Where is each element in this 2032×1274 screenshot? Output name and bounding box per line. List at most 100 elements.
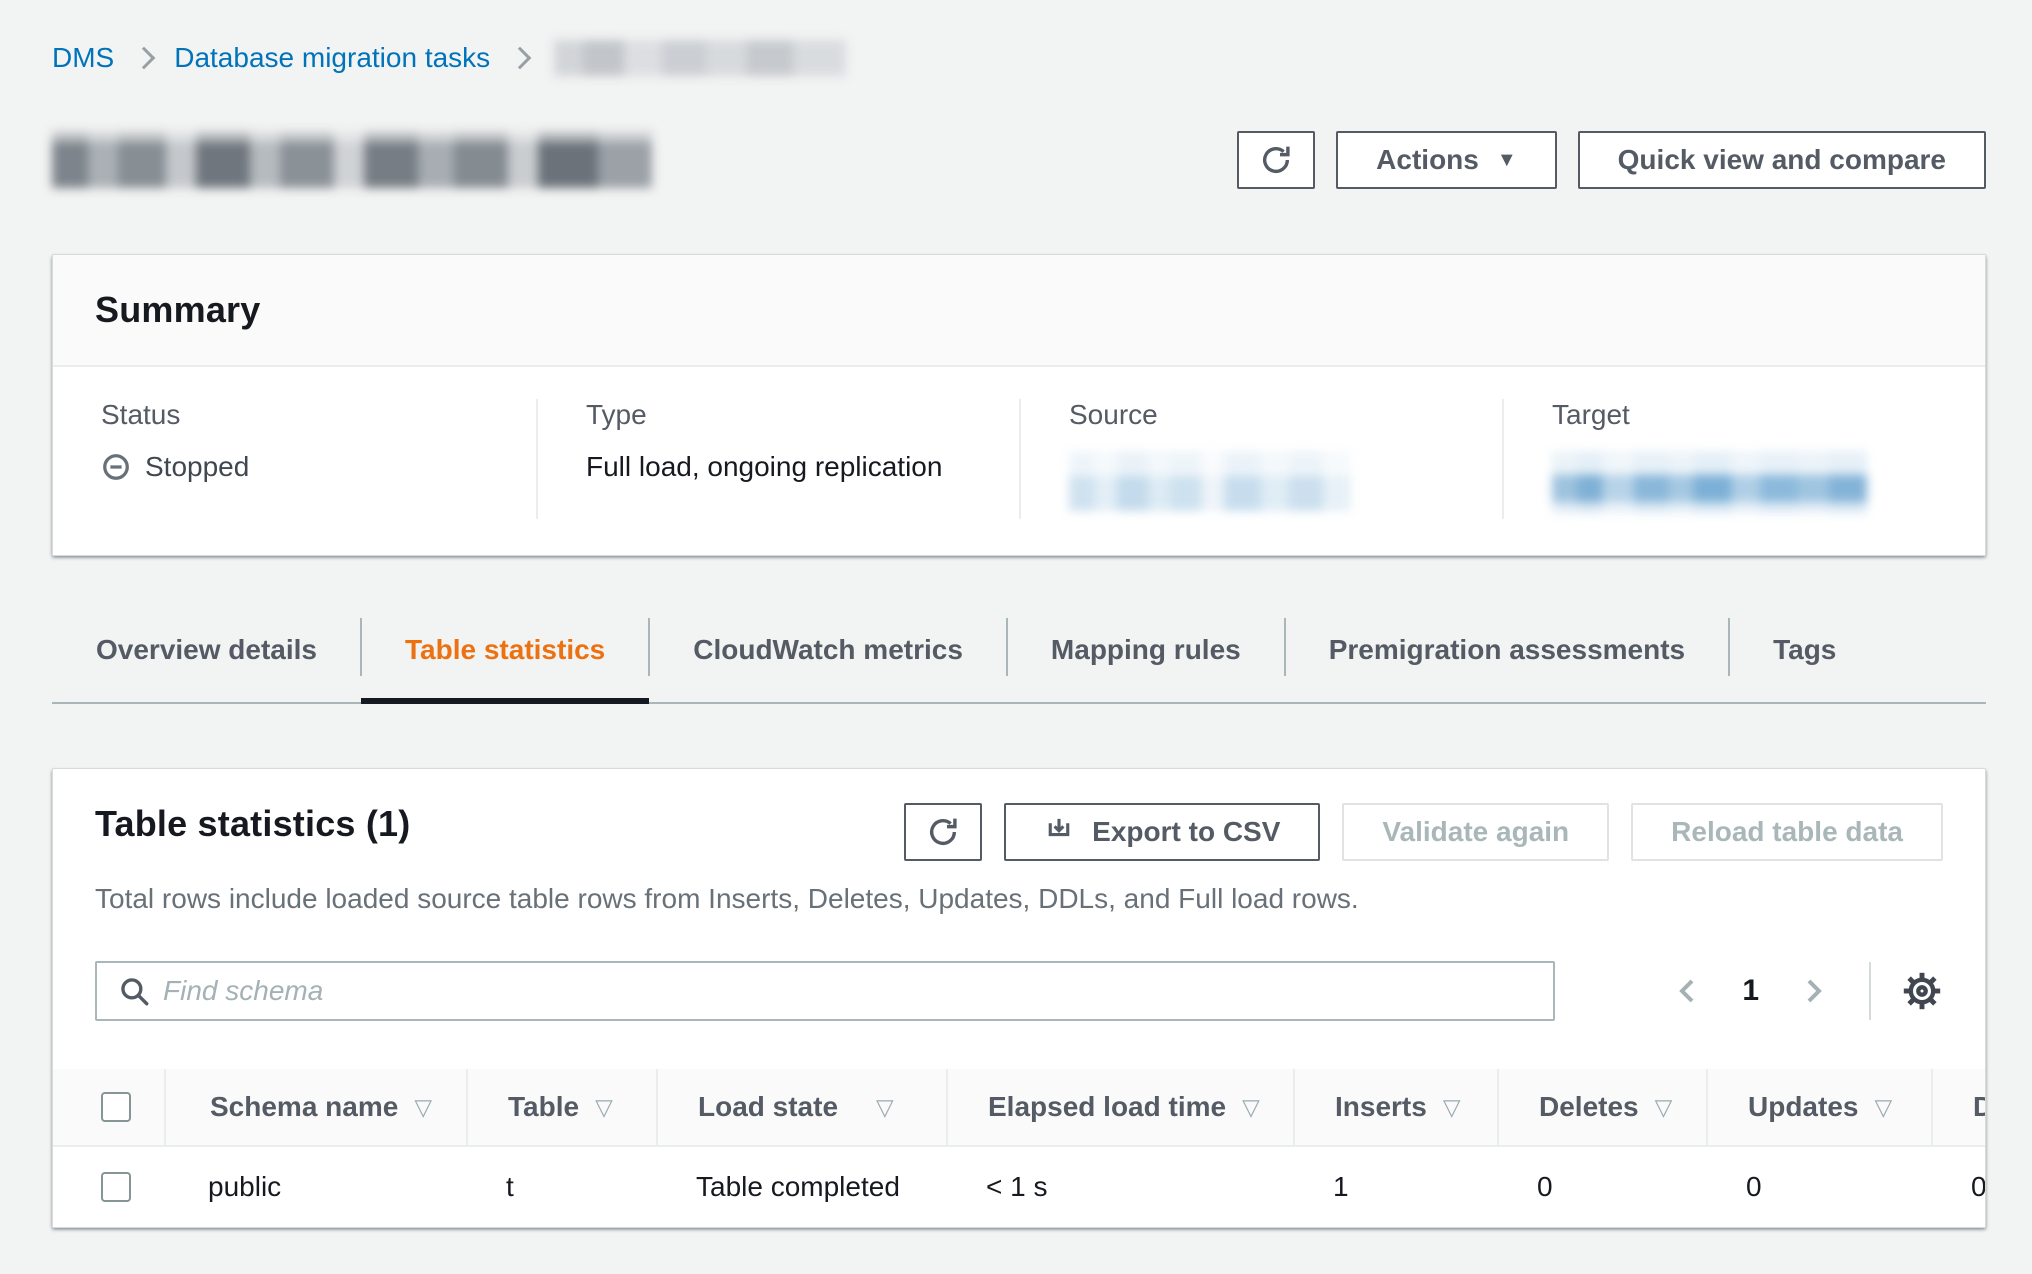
column-label: DDLs [1973, 1091, 1985, 1123]
page-content: DMS Database migration tasks Actions ▼ [0, 0, 2032, 1228]
column-label: Deletes [1539, 1091, 1639, 1123]
source-endpoint-link-redacted[interactable] [1069, 451, 1351, 511]
reload-table-data-button: Reload table data [1631, 803, 1943, 861]
summary-body: Status Stopped Type Full load, ongoing r… [53, 367, 1985, 555]
stopped-icon [101, 452, 131, 482]
type-value: Full load, ongoing replication [586, 451, 971, 483]
status-value: Stopped [101, 451, 488, 483]
column-header-deletes[interactable]: Deletes ▽ [1497, 1069, 1706, 1145]
column-label: Schema name [210, 1091, 398, 1123]
table-statistics-toolbar: Table statistics (1) [53, 769, 1985, 1021]
summary-field-status: Status Stopped [53, 399, 536, 519]
target-label: Target [1552, 399, 1937, 431]
next-page-button[interactable] [1797, 975, 1829, 1007]
table-statistics-description: Total rows include loaded source table r… [95, 883, 1943, 915]
column-header-elapsed-load-time[interactable]: Elapsed load time ▽ [946, 1069, 1293, 1145]
table-preferences-button[interactable] [1901, 970, 1943, 1012]
refresh-icon [1259, 143, 1293, 177]
actions-button[interactable]: Actions ▼ [1336, 131, 1556, 189]
summary-panel: Summary Status Stopped Type Full load, [52, 254, 1986, 556]
page-header: Actions ▼ Quick view and compare [52, 130, 1986, 190]
chevron-right-icon [133, 47, 156, 70]
chevron-left-icon [1672, 975, 1704, 1007]
cell-elapsed-load-time: < 1 s [946, 1147, 1293, 1227]
target-endpoint-link-redacted[interactable] [1552, 451, 1867, 513]
sort-icon: ▽ [1874, 1094, 1892, 1121]
summary-field-target: Target [1502, 399, 1985, 519]
download-icon [1044, 817, 1074, 847]
select-all-cell [53, 1069, 164, 1145]
quick-view-label: Quick view and compare [1618, 144, 1946, 176]
sort-icon: ▽ [595, 1094, 613, 1121]
column-label: Load state [698, 1091, 838, 1123]
table-row[interactable]: public t Table completed < 1 s 1 0 0 0 [53, 1147, 1985, 1227]
quick-view-compare-button[interactable]: Quick view and compare [1578, 131, 1986, 189]
column-header-table[interactable]: Table ▽ [466, 1069, 656, 1145]
column-header-schema-name[interactable]: Schema name ▽ [164, 1069, 466, 1145]
find-schema-search-input[interactable] [95, 961, 1555, 1021]
source-label: Source [1069, 399, 1454, 431]
column-label: Elapsed load time [988, 1091, 1226, 1123]
previous-page-button[interactable] [1672, 975, 1704, 1007]
summary-header: Summary [53, 255, 1985, 367]
tab-table-statistics[interactable]: Table statistics [361, 612, 649, 702]
actions-button-label: Actions [1376, 144, 1479, 176]
export-to-csv-button[interactable]: Export to CSV [1004, 803, 1320, 861]
tab-tags[interactable]: Tags [1729, 612, 1880, 702]
breadcrumb: DMS Database migration tasks [52, 38, 1986, 78]
summary-field-type: Type Full load, ongoing replication [536, 399, 1019, 519]
refresh-button[interactable] [1237, 131, 1315, 189]
tab-overview-details[interactable]: Overview details [52, 612, 361, 702]
sort-icon: ▽ [1655, 1094, 1673, 1121]
cell-table: t [466, 1147, 656, 1227]
sort-icon: ▽ [1443, 1094, 1461, 1121]
select-all-checkbox[interactable] [101, 1092, 131, 1122]
table-header-row: Schema name ▽ Table ▽ Load state ▽ Elaps… [53, 1069, 1985, 1147]
breadcrumb-link-tasks[interactable]: Database migration tasks [174, 42, 490, 74]
column-label: Updates [1748, 1091, 1858, 1123]
column-label: Inserts [1335, 1091, 1427, 1123]
pagination: 1 [1672, 962, 1943, 1020]
summary-field-source: Source [1019, 399, 1502, 519]
task-name-title-redacted [52, 132, 652, 188]
chevron-right-icon [1797, 975, 1829, 1007]
reload-table-data-label: Reload table data [1671, 816, 1903, 848]
tab-mapping-rules[interactable]: Mapping rules [1007, 612, 1285, 702]
cell-updates: 0 [1706, 1147, 1931, 1227]
table-refresh-button[interactable] [904, 803, 982, 861]
tab-premigration-assessments[interactable]: Premigration assessments [1285, 612, 1729, 702]
gear-icon [1901, 970, 1943, 1012]
search-row: 1 [95, 961, 1943, 1021]
cell-deletes: 0 [1497, 1147, 1706, 1227]
column-header-updates[interactable]: Updates ▽ [1706, 1069, 1931, 1145]
sort-icon: ▽ [1242, 1094, 1260, 1121]
validate-again-button: Validate again [1342, 803, 1609, 861]
cell-schema-name: public [164, 1147, 466, 1227]
column-header-load-state[interactable]: Load state ▽ [656, 1069, 946, 1145]
column-header-ddls[interactable]: DDLs [1931, 1069, 1985, 1145]
cell-ddls: 0 [1931, 1147, 1985, 1227]
row-select-cell [53, 1147, 164, 1227]
status-text: Stopped [145, 451, 249, 483]
cell-inserts: 1 [1293, 1147, 1497, 1227]
header-actions: Actions ▼ Quick view and compare [1237, 131, 1986, 189]
column-header-inserts[interactable]: Inserts ▽ [1293, 1069, 1497, 1145]
type-label: Type [586, 399, 971, 431]
breadcrumb-current-task-redacted [554, 40, 846, 76]
summary-title: Summary [95, 289, 1943, 331]
validate-again-label: Validate again [1382, 816, 1569, 848]
table-statistics-title: Table statistics (1) [95, 803, 410, 845]
tab-cloudwatch-metrics[interactable]: CloudWatch metrics [649, 612, 1007, 702]
export-to-csv-label: Export to CSV [1092, 816, 1280, 848]
chevron-right-icon [509, 47, 532, 70]
status-label: Status [101, 399, 488, 431]
row-checkbox[interactable] [101, 1172, 131, 1202]
caret-down-icon: ▼ [1497, 150, 1517, 170]
table-statistics-panel: Table statistics (1) [52, 768, 1986, 1228]
current-page-number: 1 [1742, 974, 1759, 1008]
column-label: Table [508, 1091, 579, 1123]
breadcrumb-link-dms[interactable]: DMS [52, 42, 114, 74]
table-statistics-buttons: Export to CSV Validate again Reload tabl… [904, 803, 1943, 861]
sort-icon: ▽ [876, 1094, 894, 1121]
refresh-icon [926, 815, 960, 849]
